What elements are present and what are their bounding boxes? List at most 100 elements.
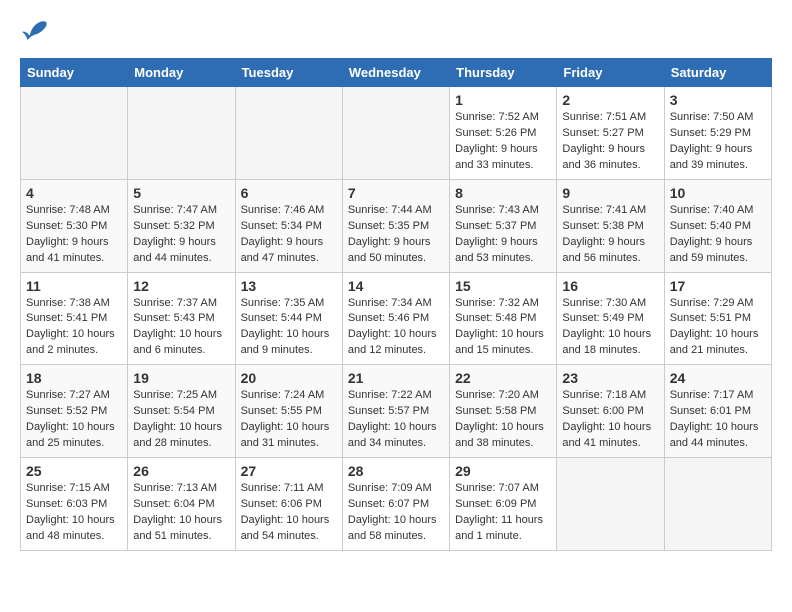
calendar-week-0: 1 Sunrise: 7:52 AM Sunset: 5:26 PM Daylig…	[21, 87, 772, 180]
day-info: Sunrise: 7:48 AM Sunset: 5:30 PM Dayligh…	[26, 203, 122, 267]
day-number: 22	[455, 370, 551, 386]
calendar-cell: 28Sunrise: 7:09 AM Sunset: 6:07 PM Dayli…	[342, 458, 449, 551]
day-number: 17	[670, 278, 766, 294]
calendar-cell: 12Sunrise: 7:37 AM Sunset: 5:43 PM Dayli…	[128, 272, 235, 365]
calendar-cell: 18 Sunrise: 7:27 AM Sunset: 5:52 PM Dayli…	[21, 365, 128, 458]
day-info: Sunrise: 7:38 AM Sunset: 5:41 PM Dayligh…	[26, 296, 122, 360]
day-info: Sunrise: 7:30 AM Sunset: 5:49 PM Dayligh…	[562, 296, 658, 360]
day-info: Sunrise: 7:32 AM Sunset: 5:48 PM Dayligh…	[455, 296, 551, 360]
day-number: 19	[133, 370, 229, 386]
column-header-thursday: Thursday	[450, 59, 557, 87]
day-number: 27	[241, 463, 337, 479]
day-number: 24	[670, 370, 766, 386]
column-header-sunday: Sunday	[21, 59, 128, 87]
calendar-cell	[235, 87, 342, 180]
day-number: 6	[241, 185, 337, 201]
calendar-cell: 20Sunrise: 7:24 AM Sunset: 5:55 PM Dayli…	[235, 365, 342, 458]
day-info: Sunrise: 7:41 AM Sunset: 5:38 PM Dayligh…	[562, 203, 658, 267]
day-info: Sunrise: 7:46 AM Sunset: 5:34 PM Dayligh…	[241, 203, 337, 267]
day-number: 20	[241, 370, 337, 386]
day-info: Sunrise: 7:34 AM Sunset: 5:46 PM Dayligh…	[348, 296, 444, 360]
calendar-cell: 15 Sunrise: 7:32 AM Sunset: 5:48 PM Dayli…	[450, 272, 557, 365]
calendar-cell: 29 Sunrise: 7:07 AM Sunset: 6:09 PM Dayli…	[450, 458, 557, 551]
calendar-cell: 9 Sunrise: 7:41 AM Sunset: 5:38 PM Daylig…	[557, 179, 664, 272]
calendar-cell: 8 Sunrise: 7:43 AM Sunset: 5:37 PM Daylig…	[450, 179, 557, 272]
day-number: 28	[348, 463, 444, 479]
column-header-saturday: Saturday	[664, 59, 771, 87]
calendar-cell: 17 Sunrise: 7:29 AM Sunset: 5:51 PM Dayli…	[664, 272, 771, 365]
column-header-friday: Friday	[557, 59, 664, 87]
day-info: Sunrise: 7:40 AM Sunset: 5:40 PM Dayligh…	[670, 203, 766, 267]
day-info: Sunrise: 7:52 AM Sunset: 5:26 PM Dayligh…	[455, 110, 551, 174]
day-number: 1	[455, 92, 551, 108]
day-number: 10	[670, 185, 766, 201]
calendar-week-3: 18 Sunrise: 7:27 AM Sunset: 5:52 PM Dayli…	[21, 365, 772, 458]
day-info: Sunrise: 7:43 AM Sunset: 5:37 PM Dayligh…	[455, 203, 551, 267]
day-info: Sunrise: 7:37 AM Sunset: 5:43 PM Dayligh…	[133, 296, 229, 360]
calendar-cell: 21 Sunrise: 7:22 AM Sunset: 5:57 PM Dayli…	[342, 365, 449, 458]
calendar-cell	[557, 458, 664, 551]
day-number: 2	[562, 92, 658, 108]
day-number: 13	[241, 278, 337, 294]
logo-bird-icon	[20, 20, 48, 42]
day-number: 4	[26, 185, 122, 201]
calendar-cell: 2 Sunrise: 7:51 AM Sunset: 5:27 PM Daylig…	[557, 87, 664, 180]
day-info: Sunrise: 7:29 AM Sunset: 5:51 PM Dayligh…	[670, 296, 766, 360]
day-info: Sunrise: 7:18 AM Sunset: 6:00 PM Dayligh…	[562, 388, 658, 452]
day-number: 21	[348, 370, 444, 386]
calendar-cell: 11 Sunrise: 7:38 AM Sunset: 5:41 PM Dayli…	[21, 272, 128, 365]
calendar-cell: 16 Sunrise: 7:30 AM Sunset: 5:49 PM Dayli…	[557, 272, 664, 365]
calendar-cell	[342, 87, 449, 180]
day-number: 23	[562, 370, 658, 386]
calendar-cell: 22Sunrise: 7:20 AM Sunset: 5:58 PM Dayli…	[450, 365, 557, 458]
day-info: Sunrise: 7:15 AM Sunset: 6:03 PM Dayligh…	[26, 481, 122, 545]
day-info: Sunrise: 7:22 AM Sunset: 5:57 PM Dayligh…	[348, 388, 444, 452]
calendar-cell	[664, 458, 771, 551]
calendar-cell: 4 Sunrise: 7:48 AM Sunset: 5:30 PM Daylig…	[21, 179, 128, 272]
calendar-cell	[21, 87, 128, 180]
day-info: Sunrise: 7:27 AM Sunset: 5:52 PM Dayligh…	[26, 388, 122, 452]
column-header-wednesday: Wednesday	[342, 59, 449, 87]
day-number: 9	[562, 185, 658, 201]
calendar-cell: 25 Sunrise: 7:15 AM Sunset: 6:03 PM Dayli…	[21, 458, 128, 551]
day-info: Sunrise: 7:35 AM Sunset: 5:44 PM Dayligh…	[241, 296, 337, 360]
day-info: Sunrise: 7:07 AM Sunset: 6:09 PM Dayligh…	[455, 481, 551, 545]
day-number: 8	[455, 185, 551, 201]
day-number: 7	[348, 185, 444, 201]
calendar-cell: 6 Sunrise: 7:46 AM Sunset: 5:34 PM Daylig…	[235, 179, 342, 272]
calendar-week-4: 25 Sunrise: 7:15 AM Sunset: 6:03 PM Dayli…	[21, 458, 772, 551]
column-header-monday: Monday	[128, 59, 235, 87]
calendar-cell: 23 Sunrise: 7:18 AM Sunset: 6:00 PM Dayli…	[557, 365, 664, 458]
calendar-cell: 7 Sunrise: 7:44 AM Sunset: 5:35 PM Daylig…	[342, 179, 449, 272]
day-number: 14	[348, 278, 444, 294]
day-number: 29	[455, 463, 551, 479]
calendar-cell: 5 Sunrise: 7:47 AM Sunset: 5:32 PM Daylig…	[128, 179, 235, 272]
day-number: 16	[562, 278, 658, 294]
page-header	[20, 20, 772, 42]
day-number: 18	[26, 370, 122, 386]
day-number: 5	[133, 185, 229, 201]
calendar-cell: 3Sunrise: 7:50 AM Sunset: 5:29 PM Daylig…	[664, 87, 771, 180]
day-info: Sunrise: 7:51 AM Sunset: 5:27 PM Dayligh…	[562, 110, 658, 174]
calendar-week-1: 4 Sunrise: 7:48 AM Sunset: 5:30 PM Daylig…	[21, 179, 772, 272]
day-info: Sunrise: 7:47 AM Sunset: 5:32 PM Dayligh…	[133, 203, 229, 267]
calendar-cell: 14 Sunrise: 7:34 AM Sunset: 5:46 PM Dayli…	[342, 272, 449, 365]
day-number: 25	[26, 463, 122, 479]
day-info: Sunrise: 7:50 AM Sunset: 5:29 PM Dayligh…	[670, 110, 766, 174]
day-info: Sunrise: 7:25 AM Sunset: 5:54 PM Dayligh…	[133, 388, 229, 452]
calendar-header: SundayMondayTuesdayWednesdayThursdayFrid…	[21, 59, 772, 87]
column-header-tuesday: Tuesday	[235, 59, 342, 87]
calendar-cell: 19 Sunrise: 7:25 AM Sunset: 5:54 PM Dayli…	[128, 365, 235, 458]
day-info: Sunrise: 7:44 AM Sunset: 5:35 PM Dayligh…	[348, 203, 444, 267]
day-info: Sunrise: 7:13 AM Sunset: 6:04 PM Dayligh…	[133, 481, 229, 545]
calendar-cell: 13 Sunrise: 7:35 AM Sunset: 5:44 PM Dayli…	[235, 272, 342, 365]
calendar-cell: 24 Sunrise: 7:17 AM Sunset: 6:01 PM Dayli…	[664, 365, 771, 458]
day-number: 15	[455, 278, 551, 294]
calendar-table: SundayMondayTuesdayWednesdayThursdayFrid…	[20, 58, 772, 551]
day-info: Sunrise: 7:17 AM Sunset: 6:01 PM Dayligh…	[670, 388, 766, 452]
calendar-cell: 10 Sunrise: 7:40 AM Sunset: 5:40 PM Dayli…	[664, 179, 771, 272]
day-number: 11	[26, 278, 122, 294]
day-info: Sunrise: 7:11 AM Sunset: 6:06 PM Dayligh…	[241, 481, 337, 545]
day-number: 26	[133, 463, 229, 479]
calendar-cell	[128, 87, 235, 180]
